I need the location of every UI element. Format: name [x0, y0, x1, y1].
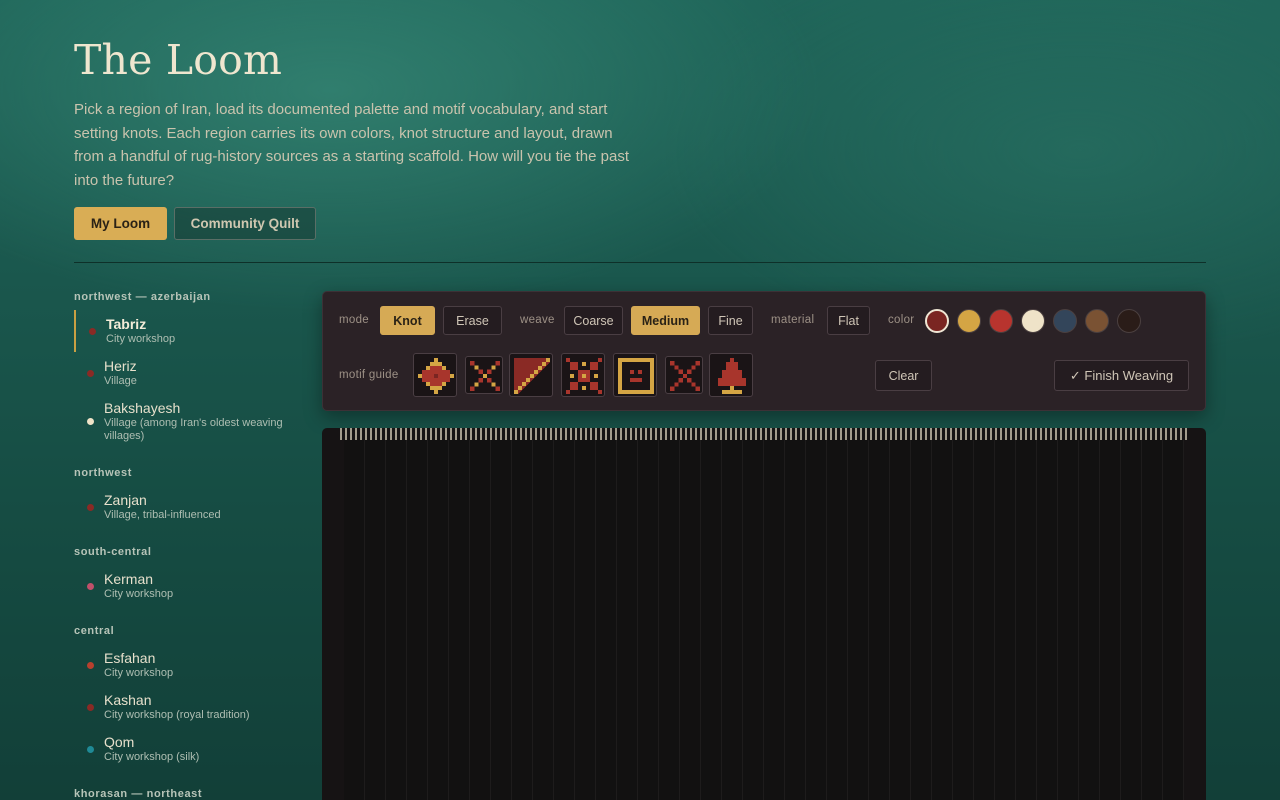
region-name: Kashan: [104, 692, 152, 708]
region-subtitle: City workshop (silk): [104, 751, 200, 763]
region-item-zanjan[interactable]: Zanjan Village, tribal-influenced: [74, 492, 304, 526]
medallion-icon[interactable]: [413, 353, 457, 397]
region-group-label: khorasan — northeast: [74, 788, 203, 800]
diagonal-x-icon[interactable]: [665, 356, 703, 394]
region-subtitle: City workshop (royal tradition): [104, 709, 250, 721]
region-subtitle: Village: [104, 375, 137, 387]
community-quilt-button[interactable]: Community Quilt: [174, 207, 316, 240]
region-name: Kerman: [104, 571, 154, 587]
region-item-esfahan[interactable]: Esfahan City workshop: [74, 650, 304, 684]
region-color-dot: [87, 583, 94, 590]
weave-medium-button[interactable]: Medium: [631, 306, 700, 335]
region-group-label: northwest — azerbaijan: [74, 291, 211, 303]
color-swatch-madder-red[interactable]: [925, 309, 949, 333]
clear-button[interactable]: Clear: [875, 360, 932, 391]
intro-text: Pick a region of Iran, load its document…: [74, 101, 629, 189]
frame-border-icon[interactable]: [613, 353, 657, 397]
region-color-dot: [87, 418, 94, 425]
color-label: color: [888, 314, 915, 326]
region-name: Tabriz: [106, 316, 147, 332]
region-subtitle: City workshop: [104, 667, 174, 679]
color-swatch-walnut[interactable]: [1085, 309, 1109, 333]
region-color-dot: [87, 370, 94, 377]
region-name: Heriz: [104, 358, 137, 374]
loom-canvas[interactable]: [322, 428, 1206, 800]
weave-fine-button[interactable]: Fine: [708, 306, 753, 335]
header-divider: [74, 262, 1206, 263]
region-item-tabriz[interactable]: Tabriz City workshop: [74, 310, 304, 352]
region-group-label: central: [74, 625, 115, 637]
material-label: material: [771, 314, 815, 326]
mode-knot-button[interactable]: Knot: [380, 306, 435, 335]
corner-spandrel-icon[interactable]: [509, 353, 553, 397]
region-item-bakshayesh[interactable]: Bakshayesh Village (among Iran's oldest …: [74, 400, 304, 444]
cross-x-icon[interactable]: [465, 356, 503, 394]
region-item-qom[interactable]: Qom City workshop (silk): [74, 734, 304, 768]
region-color-dot: [87, 662, 94, 669]
finish-weaving-button[interactable]: ✓ Finish Weaving: [1054, 360, 1189, 391]
region-group-label: south-central: [74, 546, 152, 558]
region-group-label: northwest: [74, 467, 132, 479]
material-flat-button[interactable]: Flat: [827, 306, 870, 335]
motif-guide-label: motif guide: [339, 369, 399, 381]
region-name: Qom: [104, 734, 135, 750]
region-color-dot: [87, 746, 94, 753]
mode-label: mode: [339, 314, 369, 326]
color-swatch-black-brown[interactable]: [1117, 309, 1141, 333]
region-color-dot: [87, 504, 94, 511]
region-item-heriz[interactable]: Heriz Village: [74, 358, 304, 392]
mode-erase-button[interactable]: Erase: [443, 306, 502, 335]
color-swatch-indigo[interactable]: [1053, 309, 1077, 333]
region-subtitle: Village, tribal-influenced: [104, 509, 221, 521]
warp-fringe: [340, 428, 1188, 440]
region-name: Bakshayesh: [104, 400, 181, 416]
warp-threads[interactable]: [344, 440, 1184, 800]
star-lattice-icon[interactable]: [561, 353, 605, 397]
region-name: Esfahan: [104, 650, 156, 666]
region-name: Zanjan: [104, 492, 147, 508]
region-subtitle: Village (among Iran's oldest weaving vil…: [104, 417, 283, 442]
color-swatch-crimson[interactable]: [989, 309, 1013, 333]
region-item-kashan[interactable]: Kashan City workshop (royal tradition): [74, 692, 304, 726]
my-loom-button[interactable]: My Loom: [74, 207, 167, 240]
region-item-kerman[interactable]: Kerman City workshop: [74, 571, 304, 605]
region-subtitle: City workshop: [106, 333, 176, 345]
weave-label: weave: [520, 314, 555, 326]
region-subtitle: City workshop: [104, 588, 174, 600]
color-swatch-ivory[interactable]: [1021, 309, 1045, 333]
page-title: The Loom: [74, 36, 283, 84]
tree-of-life-icon[interactable]: [709, 353, 753, 397]
region-color-dot: [89, 328, 96, 335]
weave-coarse-button[interactable]: Coarse: [564, 306, 623, 335]
region-color-dot: [87, 704, 94, 711]
color-swatch-saffron[interactable]: [957, 309, 981, 333]
